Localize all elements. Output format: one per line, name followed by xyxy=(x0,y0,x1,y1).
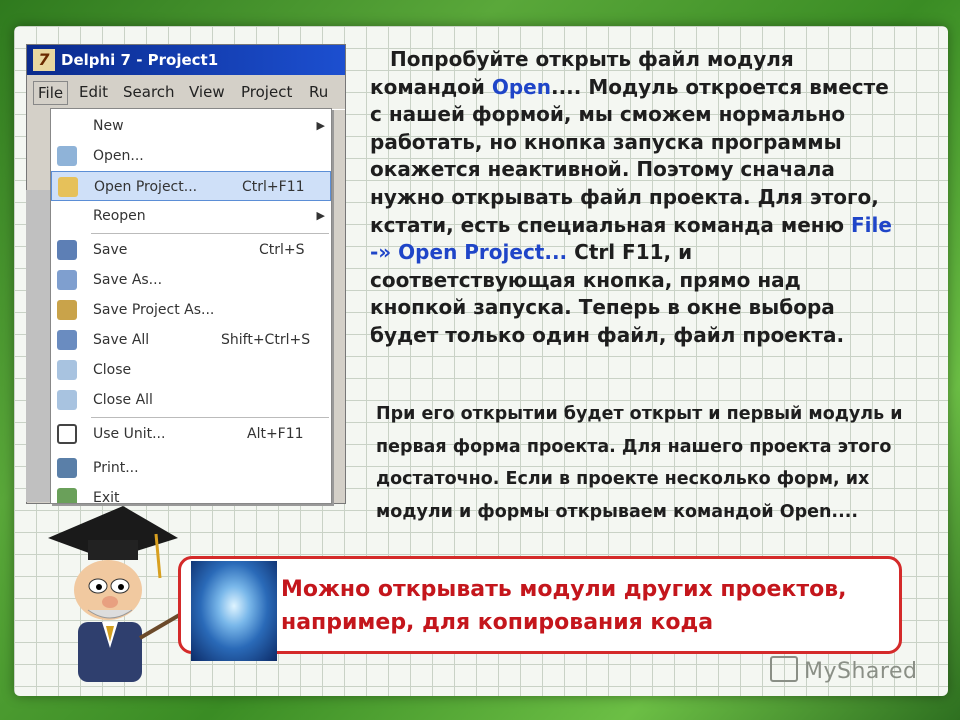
delphi-menubar: File Edit Search View Project Ru xyxy=(27,77,345,107)
delphi-logo-icon: 7 xyxy=(33,49,55,71)
menu-item-reopen[interactable]: Reopen ▶ xyxy=(51,201,331,231)
menu-view[interactable]: View xyxy=(189,83,225,101)
submenu-arrow-icon: ▶ xyxy=(316,119,325,132)
slide-frame: 7 Delphi 7 - Project1 File Edit Search Vi… xyxy=(0,0,960,720)
submenu-arrow-icon: ▶ xyxy=(316,209,325,222)
callout-line-2: например, для копирования кода xyxy=(281,610,714,635)
watermark: MyShared xyxy=(770,656,917,684)
digital-head-image xyxy=(191,561,277,661)
delphi-side-panel xyxy=(26,190,50,502)
myshared-logo-icon xyxy=(770,656,798,682)
menu-project[interactable]: Project xyxy=(241,83,292,101)
secondary-paragraph: При его открытии будет открыт и первый м… xyxy=(376,404,903,522)
save-all-icon xyxy=(57,330,77,350)
menu-item-print[interactable]: Print... xyxy=(51,453,331,483)
menu-separator xyxy=(91,417,329,418)
menu-item-save-as[interactable]: Save As... xyxy=(51,265,331,295)
use-unit-icon xyxy=(57,424,77,444)
menu-search[interactable]: Search xyxy=(123,83,175,101)
professor-mascot-image xyxy=(48,506,190,682)
menu-item-close-all[interactable]: Close All xyxy=(51,385,331,415)
print-icon xyxy=(57,458,77,478)
save-icon xyxy=(57,240,77,260)
open-command-highlight: Open xyxy=(491,74,551,99)
main-paragraph: Попробуйте открыть файл модуля командой … xyxy=(370,47,892,347)
save-project-icon xyxy=(57,300,77,320)
delphi-title: Delphi 7 - Project1 xyxy=(61,51,219,69)
tip-callout: Можно открывать модули других проектов, … xyxy=(178,556,902,661)
menu-item-new[interactable]: New ▶ xyxy=(51,111,331,141)
open-project-icon xyxy=(58,177,78,197)
callout-line-1: Можно открывать модули других проектов, xyxy=(281,577,847,602)
menu-item-save-all[interactable]: Save All Shift+Ctrl+S xyxy=(51,325,331,355)
menu-file[interactable]: File xyxy=(33,81,69,105)
menu-item-save-project-as[interactable]: Save Project As... xyxy=(51,295,331,325)
menu-item-open-project[interactable]: Open Project... Ctrl+F11 xyxy=(51,171,331,201)
menu-item-save[interactable]: Save Ctrl+S xyxy=(51,235,331,265)
close-all-icon xyxy=(57,390,77,410)
menu-item-close[interactable]: Close xyxy=(51,355,331,385)
close-icon xyxy=(57,360,77,380)
menu-edit[interactable]: Edit xyxy=(79,83,108,101)
menu-item-open[interactable]: Open... xyxy=(51,141,331,171)
save-as-icon xyxy=(57,270,77,290)
file-menu-dropdown: New ▶ Open... Open Project... Ctrl+F11 Reo… xyxy=(50,108,332,504)
open-folder-icon xyxy=(57,146,77,166)
menu-item-use-unit[interactable]: Use Unit... Alt+F11 xyxy=(51,419,331,449)
delphi-title-bar: 7 Delphi 7 - Project1 xyxy=(27,45,345,75)
menu-run[interactable]: Ru xyxy=(309,83,328,101)
menu-separator xyxy=(91,233,329,234)
